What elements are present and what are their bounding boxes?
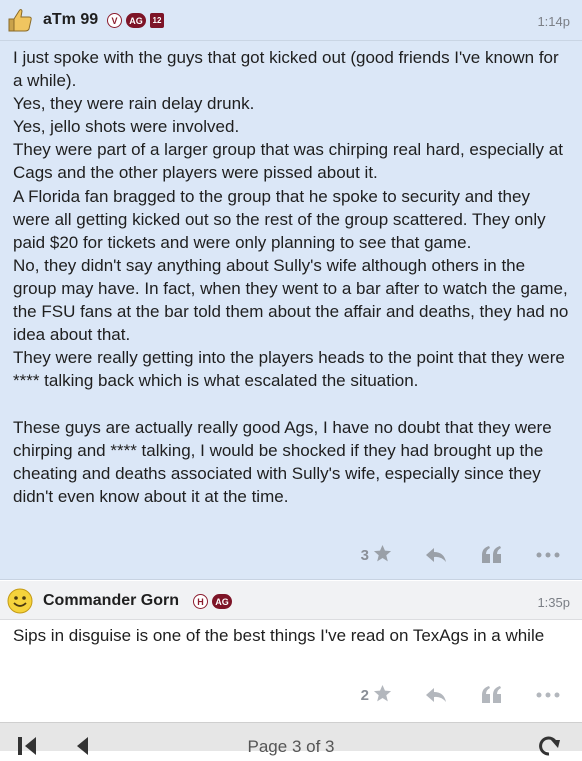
like-button[interactable]: 2 [361,684,392,707]
quote-icon[interactable] [480,543,504,567]
like-button[interactable]: 3 [361,544,392,567]
star-icon [373,544,392,567]
thumbs-up-icon[interactable] [6,7,34,33]
badge-h: H [193,594,208,609]
post-actions: 3 [361,543,560,567]
pagination-bar: Page 3 of 3 [0,722,582,756]
badge-ag: AG [126,13,146,28]
reply-arrow-icon[interactable] [424,683,448,707]
post-header: aTm 99 V AG 12 1:14p [0,0,582,41]
badge-v: V [107,13,122,28]
post-time: 1:35p [537,595,570,610]
post-1: aTm 99 V AG 12 1:14p I just spoke with t… [0,0,582,580]
user-badges: H AG [193,594,232,609]
reply-arrow-icon[interactable] [424,543,448,567]
user-badges: V AG 12 [107,13,164,28]
post-body: I just spoke with the guys that got kick… [13,48,569,506]
smiley-icon[interactable] [6,588,34,614]
ellipsis-icon[interactable] [536,683,560,707]
like-count: 2 [360,686,369,704]
username[interactable]: aTm 99 [43,11,98,29]
post-time: 1:14p [537,14,570,29]
star-icon [373,684,392,707]
refresh-icon[interactable] [536,734,562,761]
post-header: Commander Gorn H AG 1:35p [0,581,582,620]
quote-icon[interactable] [480,683,504,707]
badge-12: 12 [150,13,164,28]
ellipsis-icon[interactable] [536,543,560,567]
username[interactable]: Commander Gorn [43,592,179,610]
post-actions: 2 [361,683,560,707]
post-2: Commander Gorn H AG 1:35p Sips in disgui… [0,581,582,722]
like-count: 3 [360,546,369,564]
post-body: Sips in disguise is one of the best thin… [13,626,545,645]
badge-ag: AG [212,594,232,609]
page-indicator: Page 3 of 3 [247,737,335,756]
